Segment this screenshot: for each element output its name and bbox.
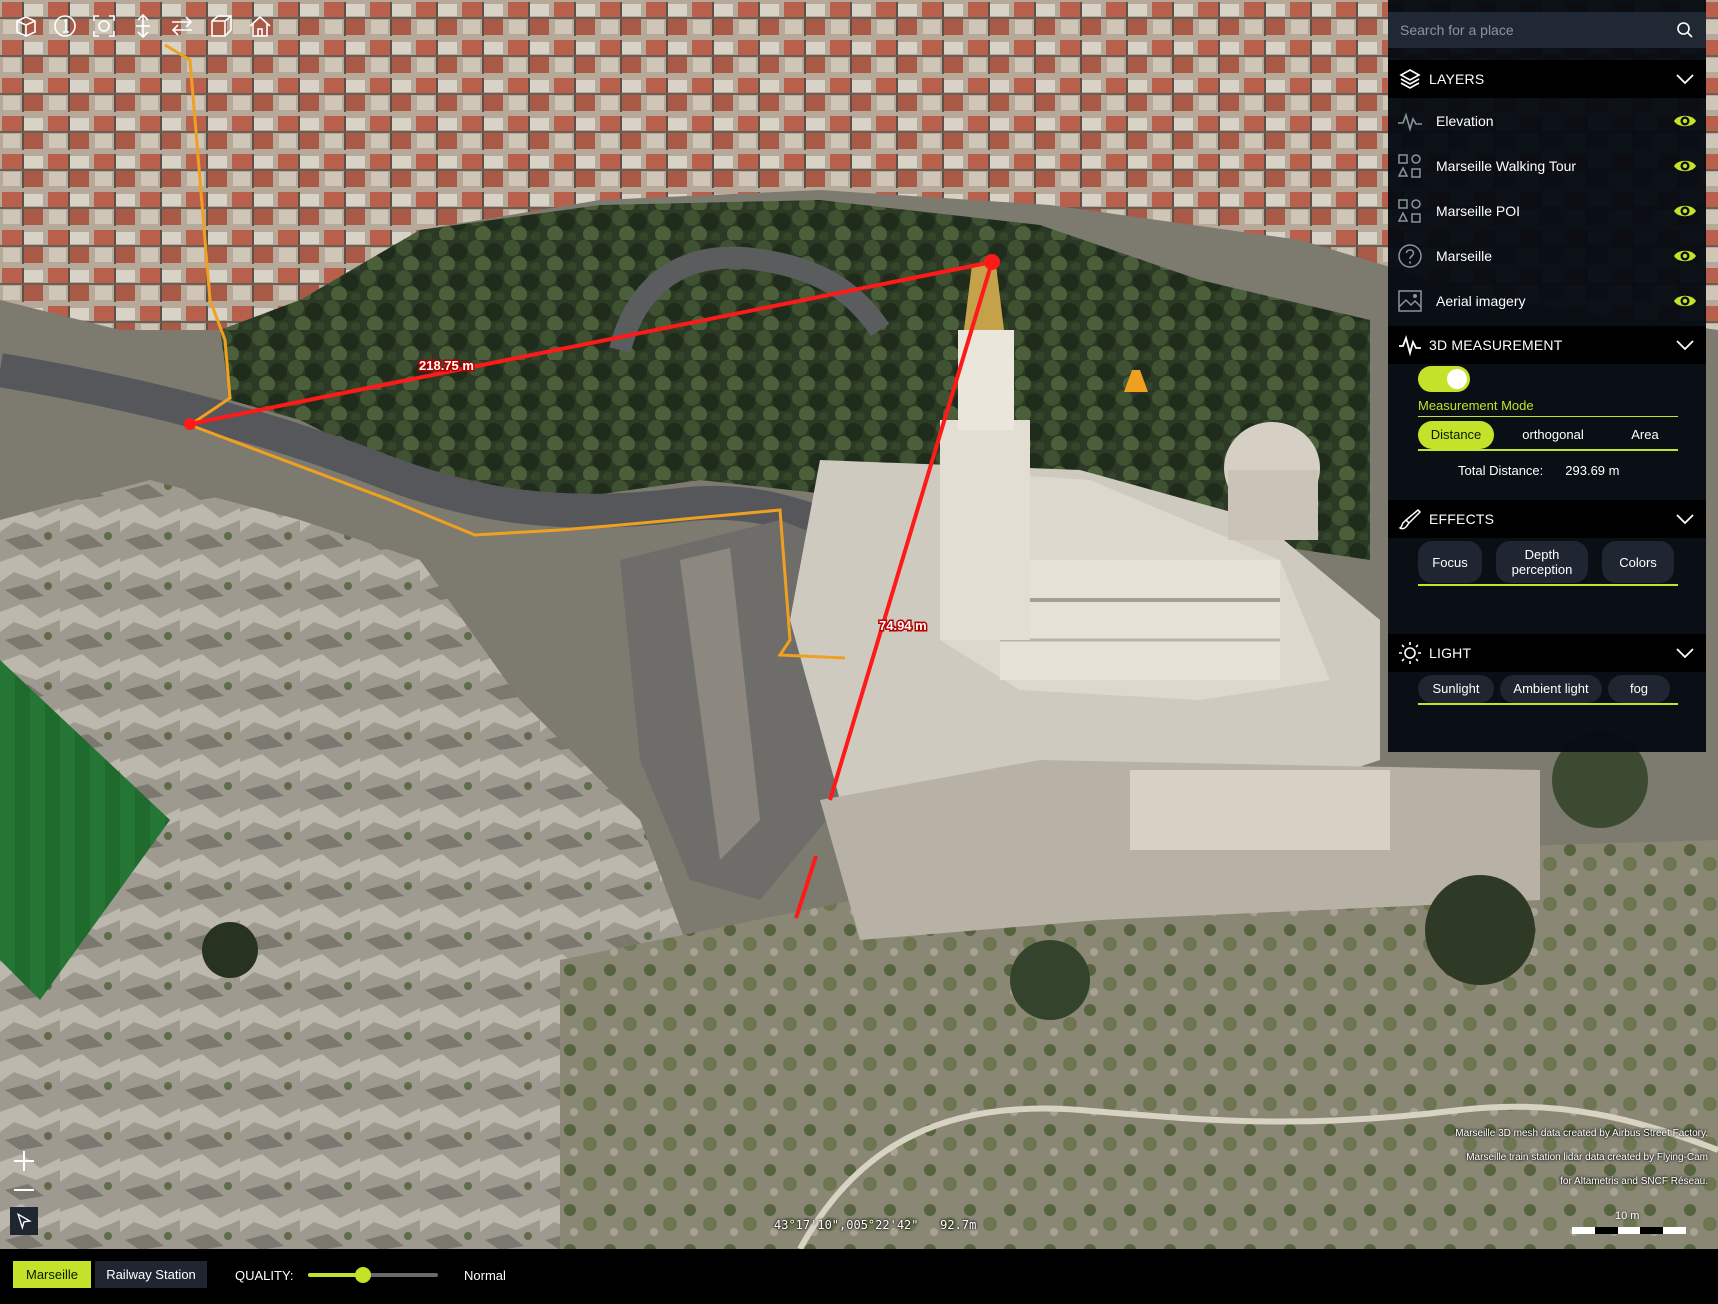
- effects-section-header[interactable]: EFFECTS: [1388, 500, 1706, 538]
- bottom-bar: Marseille Railway Station QUALITY: Norma…: [0, 1249, 1718, 1304]
- light-fog-button[interactable]: fog: [1608, 675, 1670, 703]
- attribution-line: Marseille train station lidar data creat…: [1466, 1152, 1708, 1163]
- measurement-point[interactable]: [984, 254, 1000, 270]
- divider: [1418, 449, 1678, 451]
- chevron-down-icon[interactable]: [1674, 642, 1696, 664]
- chevron-down-icon[interactable]: [1674, 334, 1696, 356]
- eye-icon[interactable]: [1672, 243, 1698, 269]
- measurement-toggle[interactable]: [1418, 366, 1470, 392]
- segment-length-label: 218.75 m: [419, 358, 474, 373]
- search-icon[interactable]: [1676, 21, 1694, 39]
- layer-item-marseille-poi[interactable]: Marseille POI: [1388, 188, 1706, 233]
- total-distance: Total Distance: 293.69 m: [1458, 463, 1619, 478]
- chevron-down-icon[interactable]: [1674, 508, 1696, 530]
- light-title: LIGHT: [1429, 645, 1472, 661]
- light-sunlight-button[interactable]: Sunlight: [1418, 675, 1494, 703]
- project-tab-railway-station[interactable]: Railway Station: [95, 1261, 207, 1288]
- total-distance-label: Total Distance:: [1458, 463, 1544, 478]
- perspective-view-icon[interactable]: [10, 10, 42, 42]
- vertical-move-icon[interactable]: [127, 10, 159, 42]
- layer-label: Marseille: [1436, 247, 1493, 264]
- layer-item-aerial-imagery[interactable]: Aerial imagery: [1388, 278, 1706, 323]
- measurement-icon: [1399, 335, 1421, 357]
- layer-label: Marseille Walking Tour: [1436, 157, 1577, 174]
- effect-colors-button[interactable]: Colors: [1602, 541, 1674, 583]
- search-bar: [1388, 12, 1706, 48]
- measurement-point[interactable]: [184, 418, 196, 430]
- chevron-down-icon[interactable]: [1674, 68, 1696, 90]
- cube-view-icon[interactable]: [205, 10, 237, 42]
- project-tab-marseille[interactable]: Marseille: [13, 1261, 91, 1288]
- toggle-knob: [1447, 369, 1467, 389]
- layer-label: Elevation: [1436, 112, 1494, 129]
- search-input[interactable]: [1400, 22, 1676, 38]
- light-ambient-button[interactable]: Ambient light: [1500, 675, 1602, 703]
- scale-label: 10 m: [1615, 1210, 1640, 1222]
- zoom-in-icon[interactable]: [10, 1147, 38, 1175]
- eye-icon[interactable]: [1672, 198, 1698, 224]
- screenshot-icon[interactable]: [88, 10, 120, 42]
- scale-bar: [1572, 1227, 1686, 1234]
- divider: [1418, 703, 1678, 705]
- cursor-coordinates: 43°17'10",005°22'42" 92.7m: [774, 1218, 977, 1232]
- side-panel: LAYERS Elevation Marseille Walking Tour …: [1388, 0, 1706, 752]
- light-options: Sunlight Ambient light fog: [1418, 675, 1670, 703]
- layer-label: Aerial imagery: [1436, 292, 1526, 309]
- total-distance-value: 293.69 m: [1565, 463, 1620, 478]
- layer-item-elevation[interactable]: Elevation: [1388, 98, 1706, 143]
- brush-icon: [1398, 508, 1422, 530]
- measurement-mode-label: Measurement Mode: [1418, 398, 1534, 413]
- layers-title: LAYERS: [1429, 71, 1485, 87]
- map-toolbar: [10, 10, 276, 42]
- layer-label: Marseille POI: [1436, 202, 1521, 219]
- imagery-icon: [1398, 289, 1422, 312]
- effects-title: EFFECTS: [1429, 511, 1495, 527]
- quality-slider[interactable]: [308, 1267, 438, 1283]
- eye-icon[interactable]: [1672, 288, 1698, 314]
- measurement-mode-selector: Distance orthogonal Area: [1418, 421, 1678, 449]
- mode-option-orthogonal[interactable]: orthogonal: [1500, 421, 1606, 449]
- layers-icon: [1399, 69, 1421, 89]
- segment-length-label: 74.94 m: [879, 618, 927, 633]
- mode-option-distance[interactable]: Distance: [1418, 421, 1494, 449]
- vector-layer-icon: [1397, 198, 1421, 223]
- divider: [1418, 584, 1678, 586]
- attribution-line: Marseille 3D mesh data created by Airbus…: [1455, 1128, 1708, 1139]
- elevation-icon: [1398, 111, 1422, 132]
- quality-label: QUALITY:: [235, 1268, 294, 1283]
- unknown-layer-icon: [1398, 243, 1422, 268]
- compass-icon[interactable]: [10, 1207, 38, 1235]
- home-view-icon[interactable]: [244, 10, 276, 42]
- measurement-section-header[interactable]: 3D MEASUREMENT: [1388, 326, 1706, 364]
- layers-section-header[interactable]: LAYERS: [1388, 60, 1706, 98]
- quality-value: Normal: [464, 1268, 506, 1283]
- sun-icon: [1399, 642, 1421, 664]
- vector-layer-icon: [1397, 153, 1421, 178]
- layer-item-marseille-walking-tour[interactable]: Marseille Walking Tour: [1388, 143, 1706, 188]
- light-section-header[interactable]: LIGHT: [1388, 634, 1706, 672]
- divider: [1418, 416, 1678, 417]
- measurement-title: 3D MEASUREMENT: [1429, 337, 1563, 353]
- zoom-out-icon[interactable]: [10, 1176, 38, 1204]
- swap-view-icon[interactable]: [166, 10, 198, 42]
- orientation-reset-icon[interactable]: [49, 10, 81, 42]
- layer-item-marseille[interactable]: Marseille: [1388, 233, 1706, 278]
- eye-icon[interactable]: [1672, 153, 1698, 179]
- mode-option-area[interactable]: Area: [1612, 421, 1678, 449]
- attribution-line: for Altametris and SNCF Réseau.: [1560, 1176, 1708, 1187]
- effect-depth-perception-button[interactable]: Depth perception: [1496, 541, 1588, 583]
- eye-icon[interactable]: [1672, 108, 1698, 134]
- quality-slider-handle[interactable]: [354, 1267, 371, 1283]
- effect-focus-button[interactable]: Focus: [1418, 541, 1482, 583]
